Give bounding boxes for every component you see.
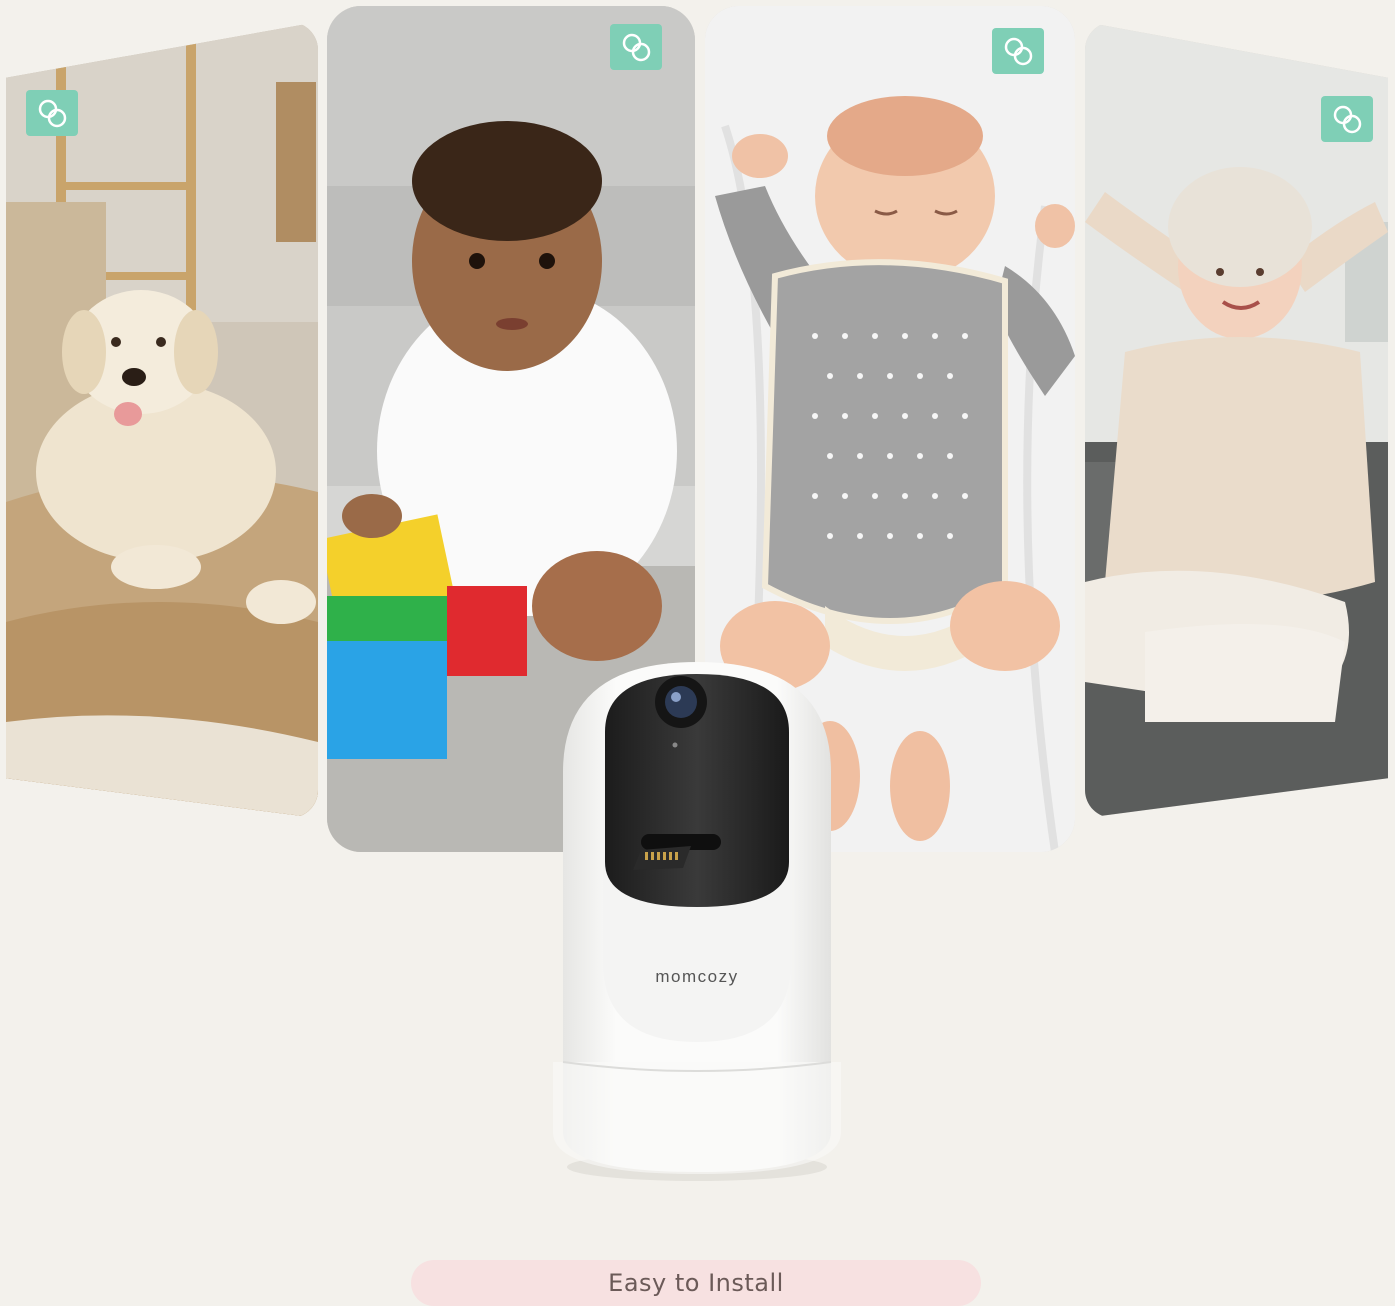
dog-scene-illustration xyxy=(6,22,318,818)
baby-monitor-icon xyxy=(38,99,67,128)
caption-text: Easy to Install xyxy=(608,1269,784,1297)
scene-panel-dog xyxy=(6,22,318,818)
badge-4 xyxy=(1321,96,1373,142)
camera-illustration xyxy=(553,662,841,1181)
scene-panel-elder xyxy=(1085,22,1388,818)
product-image: momcozy Easy to Install xyxy=(0,0,1395,1306)
badge-1 xyxy=(26,90,78,136)
baby-monitor-icon xyxy=(622,33,651,62)
camera-product: momcozy xyxy=(553,662,841,1182)
badge-3 xyxy=(992,28,1044,74)
caption-pill: Easy to Install xyxy=(411,1260,981,1306)
camera-brand-logo: momcozy xyxy=(655,967,739,986)
baby-monitor-icon xyxy=(1333,105,1362,134)
baby-monitor-icon xyxy=(1004,37,1033,66)
badge-2 xyxy=(610,24,662,70)
